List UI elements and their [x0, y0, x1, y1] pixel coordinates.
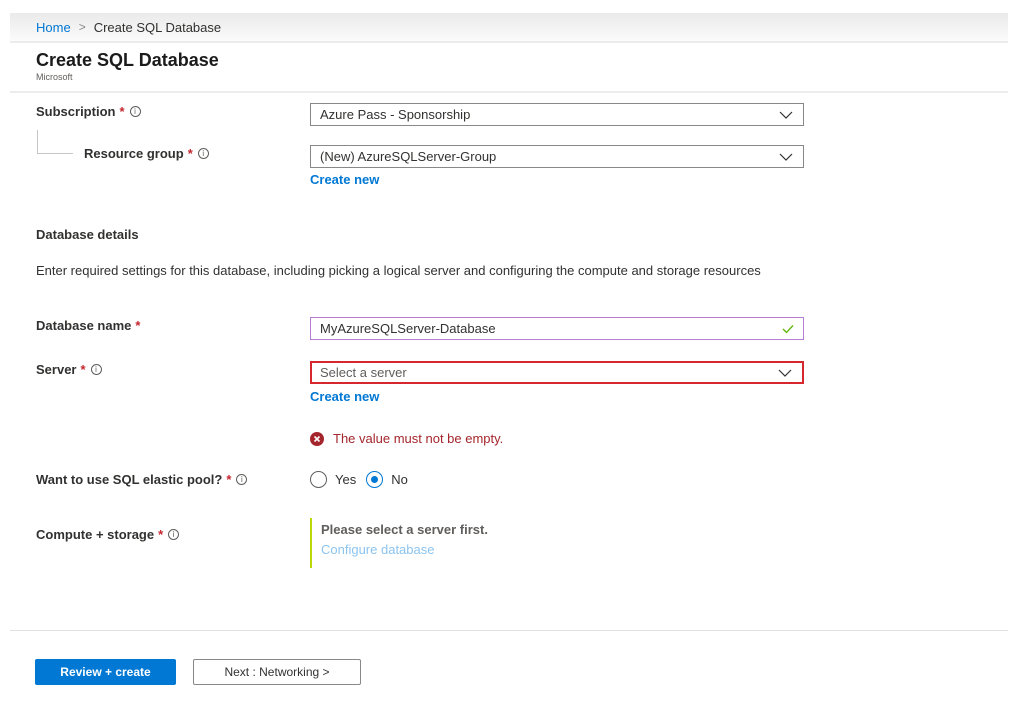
- resource-group-value: (New) AzureSQLServer-Group: [320, 149, 497, 164]
- compute-storage-label-text: Compute + storage: [36, 527, 155, 542]
- server-placeholder: Select a server: [320, 365, 407, 380]
- compute-storage-message: Please select a server first.: [321, 522, 488, 537]
- database-name-label: Database name *: [36, 318, 140, 333]
- info-icon[interactable]: i: [90, 364, 102, 375]
- error-text: The value must not be empty.: [333, 431, 504, 446]
- info-icon[interactable]: i: [129, 106, 141, 117]
- database-name-label-text: Database name: [36, 318, 132, 333]
- subscription-value: Azure Pass - Sponsorship: [320, 107, 471, 122]
- info-icon[interactable]: i: [168, 529, 180, 540]
- chevron-down-icon: [779, 153, 793, 161]
- radio-no[interactable]: No: [366, 471, 408, 488]
- resource-group-dropdown[interactable]: (New) AzureSQLServer-Group: [310, 145, 804, 168]
- tree-connector: [37, 130, 73, 154]
- elastic-pool-label: Want to use SQL elastic pool? * i: [36, 472, 248, 487]
- info-icon[interactable]: i: [197, 148, 209, 159]
- checkmark-icon: [782, 324, 794, 333]
- required-marker: *: [119, 104, 125, 119]
- chevron-down-icon: [779, 111, 793, 119]
- elastic-pool-label-text: Want to use SQL elastic pool?: [36, 472, 223, 487]
- configure-database-link[interactable]: Configure database: [321, 542, 488, 557]
- create-new-server-link[interactable]: Create new: [310, 389, 379, 404]
- compute-storage-label: Compute + storage * i: [36, 527, 180, 542]
- database-name-input[interactable]: MyAzureSQLServer-Database: [310, 317, 804, 340]
- required-marker: *: [80, 362, 86, 377]
- elastic-pool-radio-group: Yes No: [310, 471, 418, 488]
- breadcrumb-home-link[interactable]: Home: [36, 20, 71, 35]
- subscription-dropdown[interactable]: Azure Pass - Sponsorship: [310, 103, 804, 126]
- resource-group-label-text: Resource group: [84, 146, 184, 161]
- radio-yes[interactable]: Yes: [310, 471, 356, 488]
- server-label: Server * i: [36, 362, 102, 377]
- server-error-message: The value must not be empty.: [310, 431, 503, 446]
- required-marker: *: [135, 318, 141, 333]
- radio-unchecked-icon[interactable]: [310, 471, 327, 488]
- create-new-resource-group-link[interactable]: Create new: [310, 172, 379, 187]
- section-description: Enter required settings for this databas…: [36, 263, 761, 278]
- info-icon[interactable]: i: [236, 474, 248, 485]
- breadcrumb-current: Create SQL Database: [93, 19, 222, 35]
- compute-storage-info-box: Please select a server first. Configure …: [310, 518, 488, 568]
- error-icon: [310, 431, 324, 446]
- radio-no-label: No: [391, 472, 408, 487]
- next-networking-button[interactable]: Next : Networking >: [193, 659, 361, 685]
- required-marker: *: [187, 146, 193, 161]
- review-create-button[interactable]: Review + create: [35, 659, 176, 685]
- section-heading-database-details: Database details: [36, 227, 139, 242]
- page-title: Create SQL Database: [36, 50, 219, 70]
- radio-yes-label: Yes: [335, 472, 357, 487]
- breadcrumb-chevron-icon: >: [78, 20, 86, 34]
- server-label-text: Server: [36, 362, 77, 377]
- breadcrumb: Home > Create SQL Database: [10, 13, 1008, 43]
- radio-checked-icon[interactable]: [366, 471, 384, 488]
- footer-divider: [10, 630, 1008, 631]
- page-header: Create SQL Database Microsoft: [36, 50, 219, 82]
- resource-group-label: Resource group * i: [84, 146, 209, 161]
- server-dropdown[interactable]: Select a server: [310, 361, 804, 384]
- database-name-value: MyAzureSQLServer-Database: [320, 321, 496, 336]
- page-subtitle: Microsoft: [36, 72, 73, 82]
- header-divider: [10, 91, 1008, 93]
- required-marker: *: [226, 472, 232, 487]
- required-marker: *: [158, 527, 164, 542]
- subscription-label-text: Subscription: [36, 104, 116, 119]
- subscription-label: Subscription * i: [36, 104, 141, 119]
- chevron-down-icon: [778, 369, 792, 377]
